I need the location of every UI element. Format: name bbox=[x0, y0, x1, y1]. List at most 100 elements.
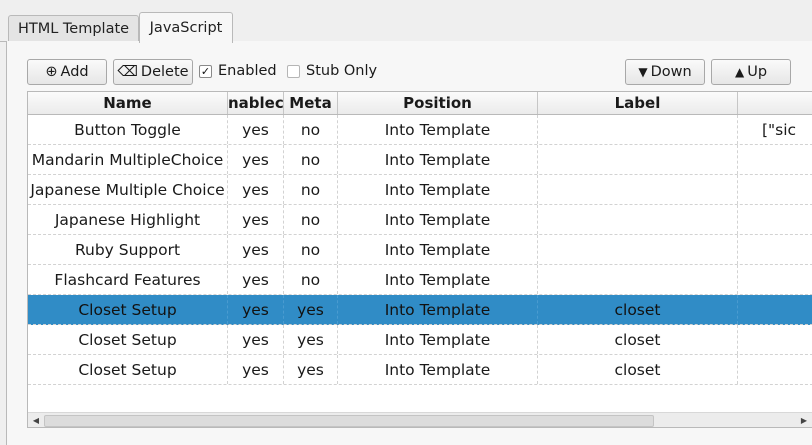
cell-position: Into Template bbox=[338, 235, 538, 264]
table-row[interactable]: Closet Setup yes yes Into Template closet bbox=[28, 295, 812, 325]
triangle-up-icon: ▲ bbox=[734, 65, 745, 79]
cell-extra bbox=[738, 205, 812, 234]
cell-enabled: yes bbox=[228, 265, 284, 294]
cell-enabled: yes bbox=[228, 295, 284, 324]
cell-name: Ruby Support bbox=[28, 235, 228, 264]
table-row[interactable]: Japanese Highlight yes no Into Template bbox=[28, 205, 812, 235]
table-row[interactable]: Ruby Support yes no Into Template bbox=[28, 235, 812, 265]
table-row[interactable]: Mandarin MultipleChoice yes no Into Templat… bbox=[28, 145, 812, 175]
cell-enabled: yes bbox=[228, 355, 284, 384]
column-header-label: Label bbox=[614, 94, 661, 112]
column-header-label[interactable]: Label bbox=[538, 92, 738, 114]
cell-position: Into Template bbox=[338, 355, 538, 384]
enabled-label: Enabled bbox=[218, 63, 277, 79]
cell-enabled: yes bbox=[228, 145, 284, 174]
cell-name: Closet Setup bbox=[28, 325, 228, 354]
cell-enabled: yes bbox=[228, 175, 284, 204]
cell-enabled: yes bbox=[228, 115, 284, 144]
table-row[interactable]: Japanese Multiple Choice yes no Into Templa… bbox=[28, 175, 812, 205]
cell-name: Mandarin MultipleChoice bbox=[28, 145, 228, 174]
table-row[interactable]: Closet Setup yes yes Into Template closet bbox=[28, 355, 812, 385]
cell-meta: yes bbox=[284, 355, 338, 384]
column-header-enabled[interactable]: nableс bbox=[228, 92, 284, 114]
cell-position: Into Template bbox=[338, 175, 538, 204]
cell-extra bbox=[738, 325, 812, 354]
cell-position: Into Template bbox=[338, 265, 538, 294]
cell-name: Closet Setup bbox=[28, 355, 228, 384]
column-header-label: Position bbox=[403, 94, 472, 112]
cell-name: Japanese Highlight bbox=[28, 205, 228, 234]
tab-javascript[interactable]: JavaScript bbox=[139, 12, 233, 43]
cell-extra bbox=[738, 175, 812, 204]
tab-label: HTML Template bbox=[17, 20, 130, 37]
cell-position: Into Template bbox=[338, 145, 538, 174]
add-icon: ⊕ bbox=[45, 64, 58, 80]
checkbox-empty-icon[interactable] bbox=[287, 64, 300, 78]
cell-label bbox=[538, 175, 738, 204]
cell-meta: yes bbox=[284, 295, 338, 324]
cell-position: Into Template bbox=[338, 325, 538, 354]
column-header-label: Meta bbox=[289, 94, 332, 112]
column-header-name[interactable]: Name bbox=[28, 92, 228, 114]
column-header-label: Name bbox=[103, 94, 152, 112]
scroll-left-icon[interactable]: ◀ bbox=[29, 414, 43, 427]
cell-meta: yes bbox=[284, 325, 338, 354]
cell-label: closet bbox=[538, 325, 738, 354]
scripts-table[interactable]: Name nableс Meta Position Label Button T… bbox=[27, 91, 812, 428]
delete-label: Delete bbox=[140, 64, 189, 80]
cell-meta: no bbox=[284, 175, 338, 204]
cell-extra bbox=[738, 145, 812, 174]
cell-label: closet bbox=[538, 355, 738, 384]
cell-enabled: yes bbox=[228, 235, 284, 264]
add-label: Add bbox=[60, 64, 89, 80]
column-header-position[interactable]: Position bbox=[338, 92, 538, 114]
table-row[interactable]: Closet Setup yes yes Into Template closet bbox=[28, 325, 812, 355]
cell-label: closet bbox=[538, 295, 738, 324]
cell-extra bbox=[738, 235, 812, 264]
move-down-button[interactable]: ▼ Down bbox=[625, 59, 705, 85]
triangle-down-icon: ▼ bbox=[638, 65, 648, 79]
enabled-checkbox[interactable]: ✓ Enabled bbox=[199, 63, 277, 79]
delete-button[interactable]: ⌫ Delete bbox=[113, 59, 193, 85]
cell-label bbox=[538, 205, 738, 234]
tab-bar: HTML Template JavaScript bbox=[0, 0, 812, 43]
add-button[interactable]: ⊕ Add bbox=[27, 59, 107, 85]
column-header-meta[interactable]: Meta bbox=[284, 92, 338, 114]
table-body: Button Toggle yes no Into Template ["sic Mand… bbox=[28, 115, 812, 385]
cell-meta: no bbox=[284, 115, 338, 144]
cell-meta: no bbox=[284, 235, 338, 264]
tab-label: JavaScript bbox=[149, 20, 223, 36]
move-up-button[interactable]: ▲ Up bbox=[711, 59, 791, 85]
cell-extra bbox=[738, 355, 812, 384]
cell-name: Closet Setup bbox=[28, 295, 228, 324]
cell-name: Japanese Multiple Choice bbox=[28, 175, 228, 204]
down-label: Down bbox=[650, 64, 692, 80]
cell-name: Button Toggle bbox=[28, 115, 228, 144]
cell-extra: ["sic bbox=[762, 120, 797, 139]
cell-label bbox=[538, 265, 738, 294]
scrollbar-thumb[interactable] bbox=[44, 415, 654, 427]
cell-enabled: yes bbox=[228, 205, 284, 234]
checkmark-icon[interactable]: ✓ bbox=[199, 64, 212, 78]
backspace-icon: ⌫ bbox=[117, 64, 138, 80]
stub-only-label: Stub Only bbox=[306, 63, 378, 79]
table-row[interactable]: Flashcard Features yes no Into Template bbox=[28, 265, 812, 295]
cell-meta: no bbox=[284, 265, 338, 294]
cell-position: Into Template bbox=[338, 205, 538, 234]
tab-html-template[interactable]: HTML Template bbox=[8, 15, 139, 41]
cell-position: Into Template bbox=[338, 115, 538, 144]
cell-extra bbox=[738, 265, 812, 294]
cell-enabled: yes bbox=[228, 325, 284, 354]
cell-label bbox=[538, 115, 738, 144]
up-label: Up bbox=[747, 64, 768, 80]
column-header-extra[interactable] bbox=[738, 92, 812, 114]
cell-extra bbox=[738, 295, 812, 324]
column-header-label: nableс bbox=[228, 94, 284, 112]
table-header: Name nableс Meta Position Label bbox=[28, 92, 812, 115]
table-row[interactable]: Button Toggle yes no Into Template ["sic bbox=[28, 115, 812, 145]
cell-label bbox=[538, 235, 738, 264]
cell-label bbox=[538, 145, 738, 174]
stub-only-checkbox[interactable]: Stub Only bbox=[287, 63, 377, 79]
horizontal-scrollbar[interactable]: ◀ ▶ bbox=[28, 412, 812, 427]
scroll-right-icon[interactable]: ▶ bbox=[797, 414, 811, 427]
